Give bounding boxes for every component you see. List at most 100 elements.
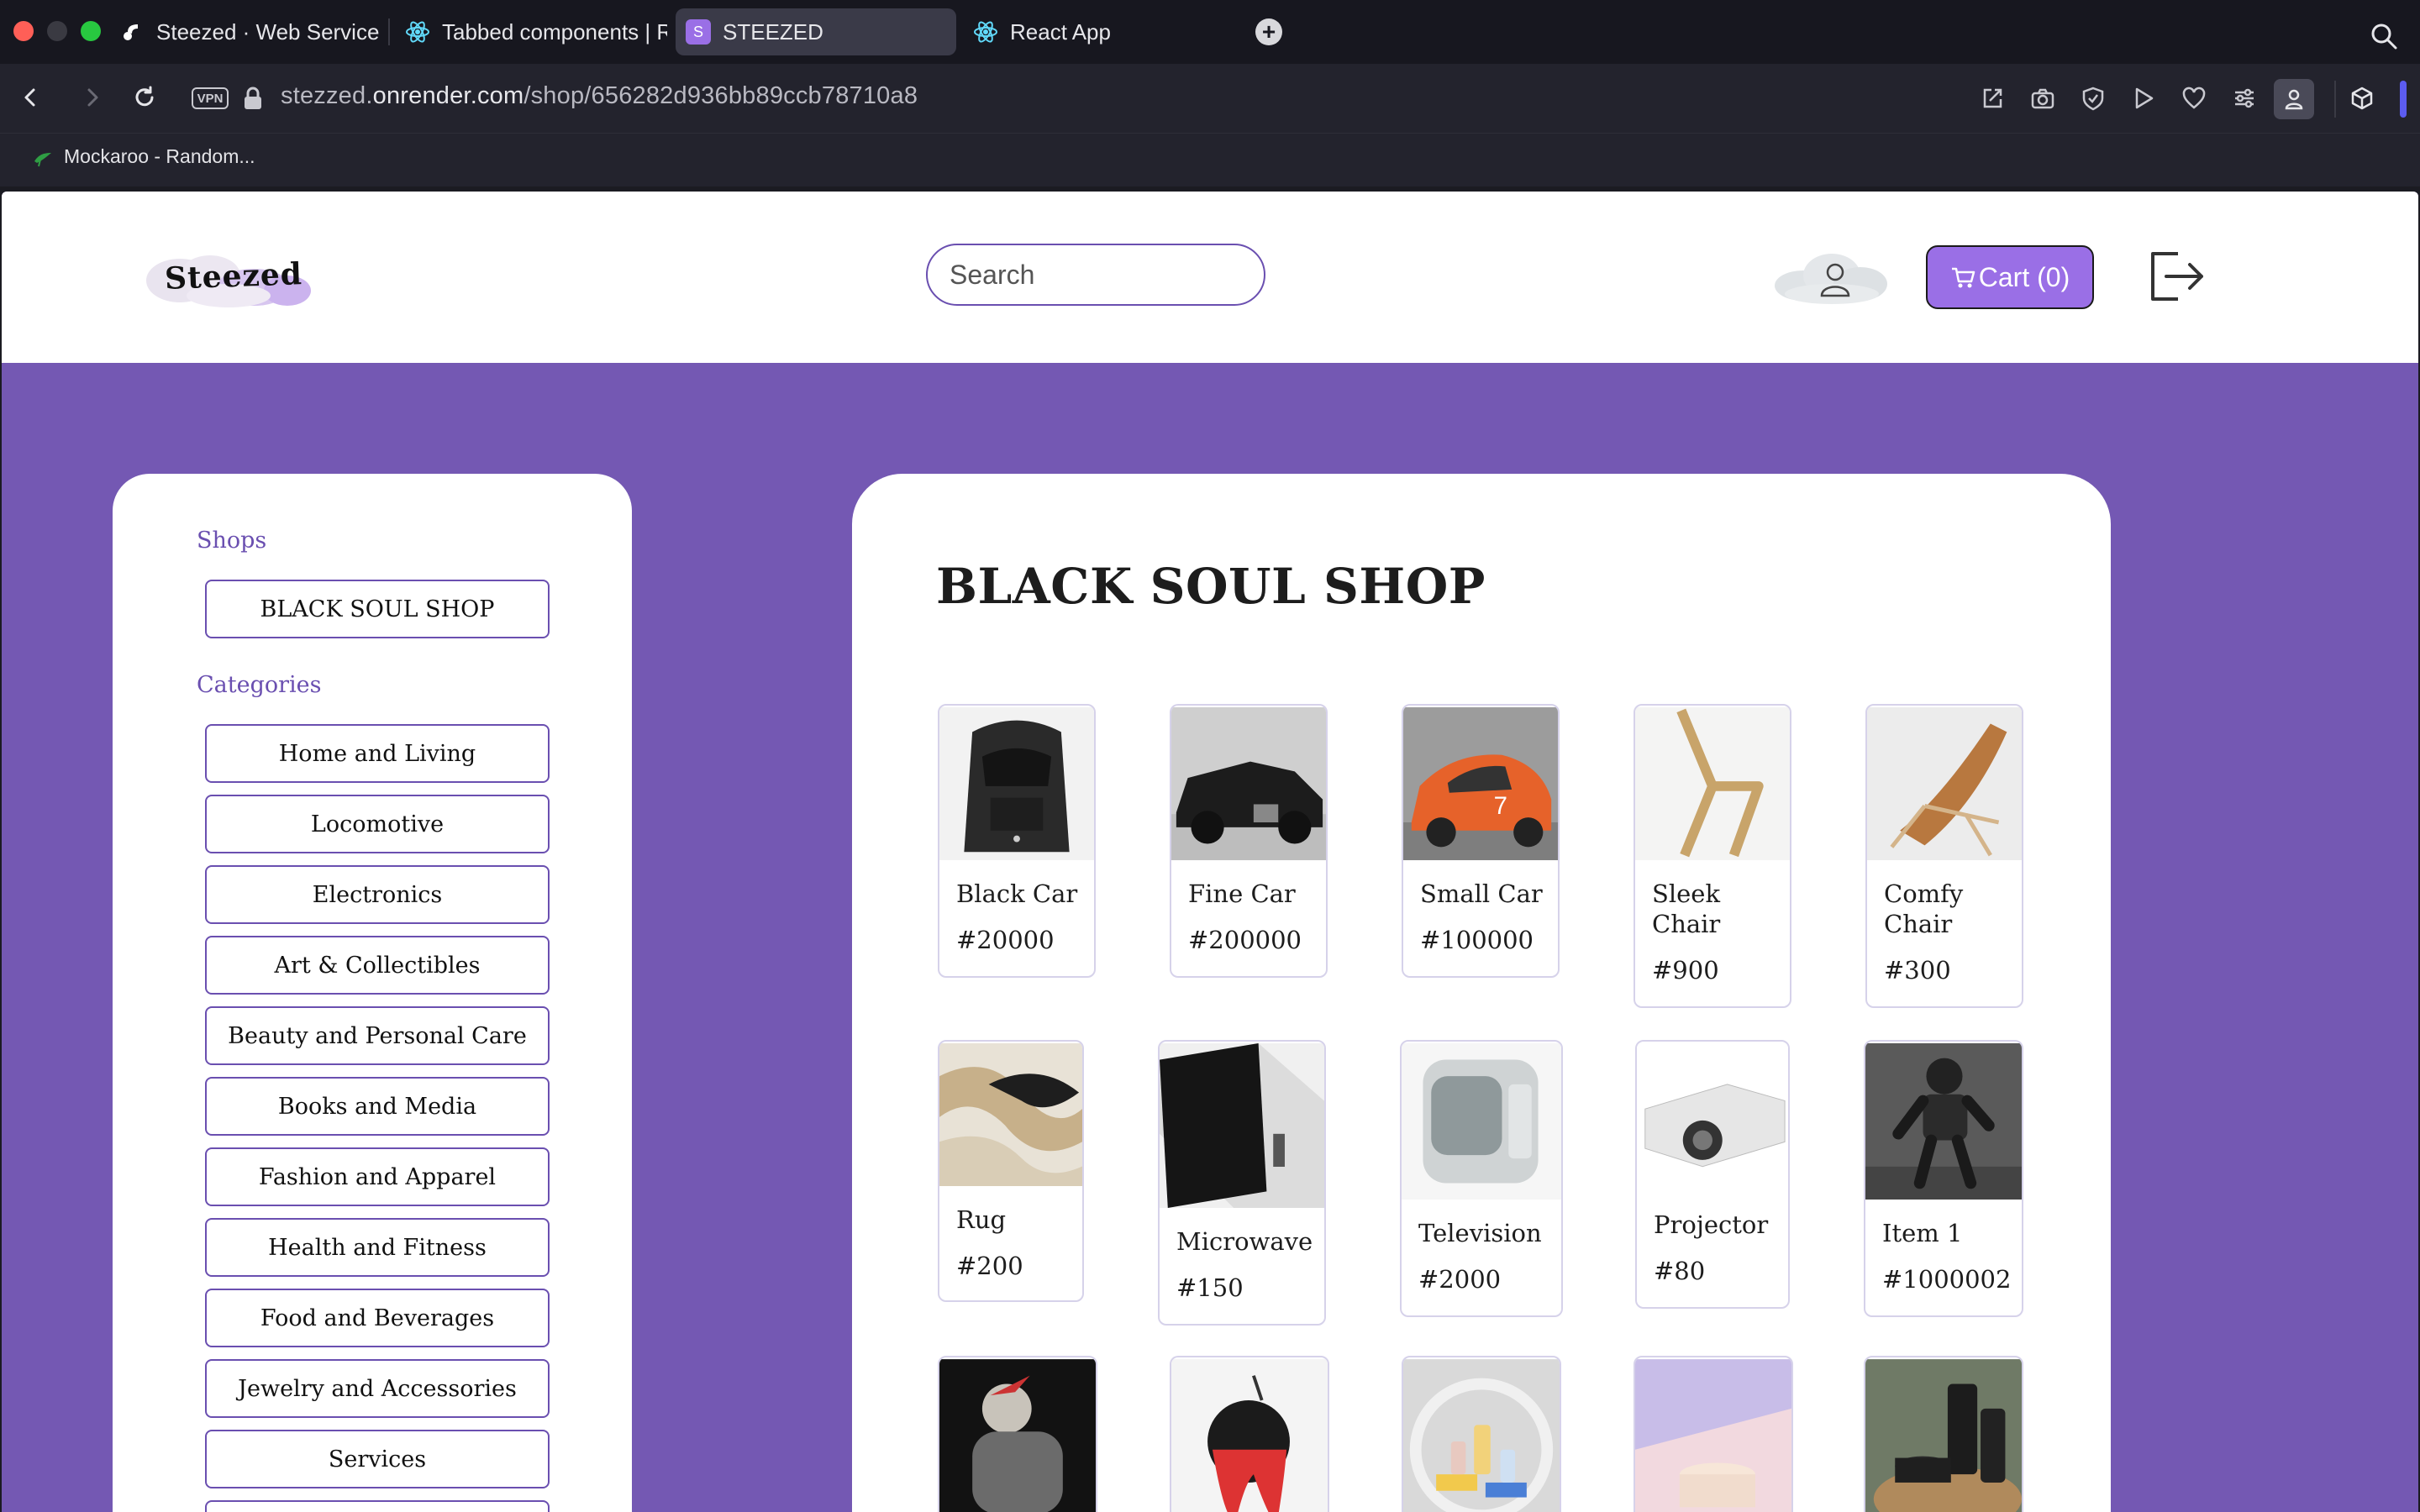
product-card[interactable] xyxy=(1402,1356,1561,1512)
favorites-button[interactable] xyxy=(2178,82,2210,114)
category-button[interactable]: Locomotive xyxy=(205,795,550,853)
product-image-microwave xyxy=(1160,1043,1324,1208)
category-button[interactable]: Beauty and Personal Care xyxy=(205,1006,550,1065)
shield-icon xyxy=(2082,87,2104,111)
shop-button[interactable]: BLACK SOUL SHOP xyxy=(205,580,550,638)
cart-button[interactable]: Cart (0) xyxy=(1926,245,2094,309)
steezed-logo[interactable]: Steezed xyxy=(136,244,321,311)
search-input[interactable] xyxy=(926,244,1265,306)
heart-icon xyxy=(2182,87,2206,109)
back-arrow-icon xyxy=(24,88,35,107)
product-price: #200000 xyxy=(1188,926,1302,954)
forward-arrow-icon xyxy=(87,88,98,107)
category-button[interactable]: Books and Media xyxy=(205,1077,550,1136)
reload-icon xyxy=(135,86,154,107)
tab-steezed-web-service[interactable]: Steezed · Web Service xyxy=(109,8,380,55)
steezed-favicon-icon: S xyxy=(686,19,711,45)
page-viewport: Steezed Cart (0) Shops BLACK SOUL SHOP C… xyxy=(2,192,2418,1512)
close-window-button[interactable] xyxy=(13,21,34,41)
product-card[interactable] xyxy=(1864,1356,2023,1512)
new-tab-button[interactable]: + xyxy=(1255,18,1282,45)
tab-tabbed-components[interactable]: Tabbed components | Re xyxy=(395,8,667,55)
shop-panel: BLACK SOUL SHOP Black Car #20000 Fine Ca… xyxy=(852,474,2111,1512)
cube-icon xyxy=(2351,87,2373,110)
toolbar-divider xyxy=(2334,81,2336,118)
product-image-serum-bottles xyxy=(1403,1359,1560,1512)
product-name: Microwave xyxy=(1176,1227,1313,1256)
mockaroo-icon xyxy=(34,152,51,166)
product-name: Black Car xyxy=(956,879,1078,908)
logout-button[interactable] xyxy=(2148,249,2207,304)
product-card[interactable]: Item 1 #1000002 xyxy=(1864,1040,2023,1317)
react-icon xyxy=(405,19,430,45)
tab-react-app[interactable]: React App xyxy=(963,8,1215,55)
product-price: #20000 xyxy=(956,926,1055,954)
url-path: /shop/656282d936bb89ccb78710a8 xyxy=(523,82,918,109)
category-button[interactable]: Art & Collectibles xyxy=(205,936,550,995)
share-button[interactable] xyxy=(1976,82,2008,114)
category-button[interactable]: Home and Living xyxy=(205,724,550,783)
product-card[interactable]: Projector #80 xyxy=(1635,1040,1790,1309)
category-button[interactable]: Jewelry and Accessories xyxy=(205,1359,550,1418)
user-cloud-icon xyxy=(1775,254,1887,304)
react-icon xyxy=(973,19,998,45)
tab-search-icon[interactable] xyxy=(2370,22,2398,50)
product-card[interactable]: Television #2000 xyxy=(1400,1040,1563,1317)
category-button[interactable]: Fashion and Apparel xyxy=(205,1147,550,1206)
snapshot-button[interactable] xyxy=(2027,82,2059,114)
reload-button[interactable] xyxy=(128,81,161,114)
user-profile-button[interactable] xyxy=(1771,249,1891,307)
play-icon xyxy=(2135,87,2154,109)
adblock-button[interactable] xyxy=(2077,82,2109,114)
tab-label: Tabbed components | Re xyxy=(442,18,667,45)
player-button[interactable] xyxy=(2128,82,2160,114)
product-name: Sleek Chair xyxy=(1652,879,1721,938)
maximize-window-button[interactable] xyxy=(81,21,101,41)
category-button[interactable]: Health and Fitness xyxy=(205,1218,550,1277)
category-button-partial[interactable] xyxy=(205,1500,550,1512)
back-button[interactable] xyxy=(13,81,47,114)
browser-tab-bar: Steezed · Web Service Tabbed components … xyxy=(0,0,2420,64)
product-name: Projector xyxy=(1654,1210,1769,1239)
product-image-bomb-sculpture xyxy=(1171,1359,1328,1512)
product-price: #100000 xyxy=(1420,926,1534,954)
product-card[interactable]: 7 Small Car #100000 xyxy=(1402,704,1560,978)
url-field[interactable]: stezzed.onrender.com/shop/656282d936bb89… xyxy=(281,82,918,110)
sidebar: Shops BLACK SOUL SHOP Categories Home an… xyxy=(113,474,632,1512)
product-card[interactable]: Microwave #150 xyxy=(1158,1040,1326,1326)
product-image-projector xyxy=(1637,1042,1788,1192)
product-card[interactable] xyxy=(1634,1356,1793,1512)
product-card[interactable] xyxy=(1170,1356,1329,1512)
svg-text:7: 7 xyxy=(1494,792,1507,820)
site-header: Steezed Cart (0) xyxy=(2,192,2418,363)
easy-setup-button[interactable] xyxy=(2228,82,2260,114)
product-image-item-1 xyxy=(1865,1043,2022,1200)
product-image-television xyxy=(1402,1042,1561,1200)
product-card[interactable]: Comfy Chair #300 xyxy=(1865,704,2023,1008)
product-card[interactable]: Fine Car #200000 xyxy=(1170,704,1328,978)
tab-separator xyxy=(388,18,390,45)
tab-steezed[interactable]: S STEEZED xyxy=(676,8,956,55)
category-button[interactable]: Food and Beverages xyxy=(205,1289,550,1347)
product-image-sleek-chair xyxy=(1635,706,1790,861)
product-image-black-car xyxy=(939,706,1094,861)
product-name: Item 1 xyxy=(1882,1219,1963,1247)
product-price: #2000 xyxy=(1418,1265,1502,1294)
product-image-figure xyxy=(939,1359,1096,1512)
share-icon xyxy=(1983,88,2002,108)
category-button[interactable]: Electronics xyxy=(205,865,550,924)
category-button[interactable]: Services xyxy=(205,1430,550,1488)
product-card[interactable]: Black Car #20000 xyxy=(938,704,1096,978)
product-card[interactable] xyxy=(938,1356,1097,1512)
bookmark-mockaroo[interactable]: Mockaroo - Random... xyxy=(32,145,255,168)
url-host: onrender.com xyxy=(372,82,524,109)
profile-button[interactable] xyxy=(2274,79,2314,119)
sliders-icon xyxy=(2235,88,2254,108)
cart-icon xyxy=(1951,267,1975,288)
product-card[interactable]: Rug #200 xyxy=(938,1040,1084,1302)
forward-button[interactable] xyxy=(76,81,109,114)
minimize-window-button[interactable] xyxy=(47,21,67,41)
product-card[interactable]: Sleek Chair #900 xyxy=(1634,704,1791,1008)
vpn-badge[interactable]: VPN xyxy=(192,87,229,109)
extensions-button[interactable] xyxy=(2346,82,2378,114)
